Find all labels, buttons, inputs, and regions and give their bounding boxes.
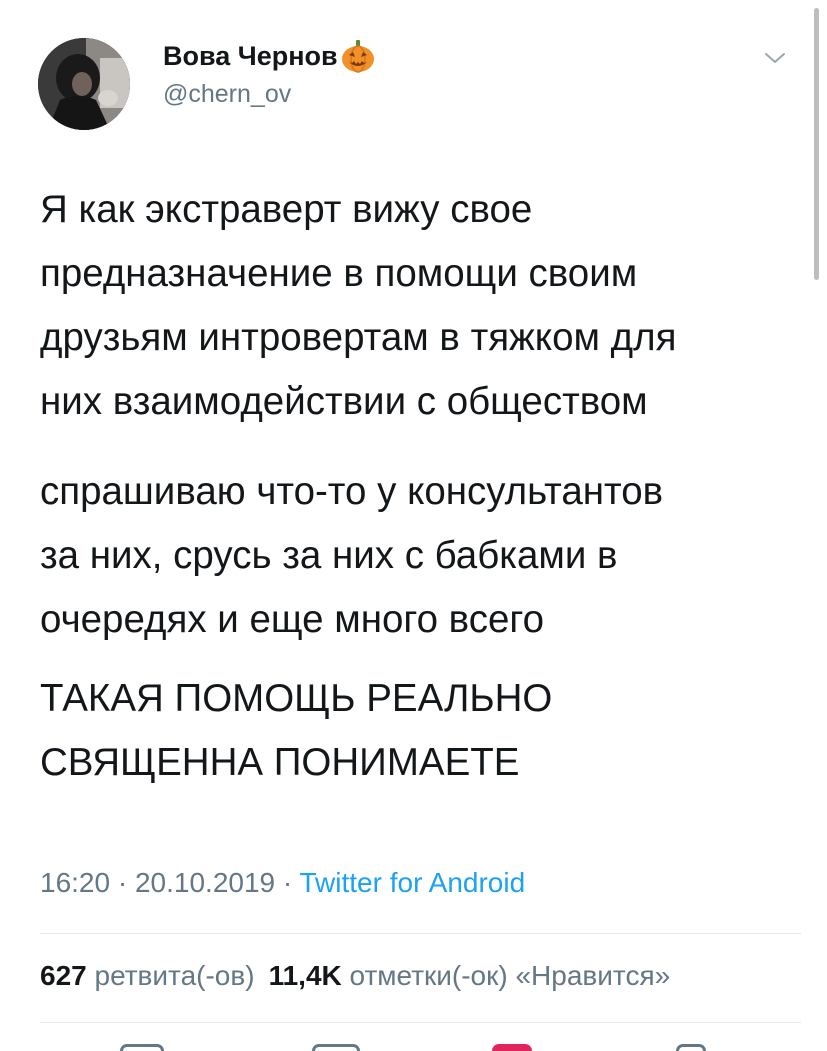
tweet-line: друзьям интровертам в тяжком для [40, 316, 677, 359]
tweet-paragraph-1: Я как экстраверт вижу свое предназначени… [40, 178, 676, 434]
action-bar [0, 1040, 827, 1051]
retweets-count: 627 [40, 960, 87, 991]
display-name[interactable]: Вова Чернов [163, 41, 338, 72]
meta-separator: · [275, 867, 300, 898]
tweet-date[interactable]: 20.10.2019 [135, 867, 275, 898]
divider [40, 933, 801, 934]
retweets-stat[interactable]: 627 ретвита(-ов) [40, 960, 255, 991]
tweet-line: очередях и еще много всего [40, 598, 544, 641]
tweet-line: Я как экстраверт вижу свое [40, 188, 533, 231]
share-icon[interactable] [676, 1044, 706, 1051]
tweet-stats: 627 ретвита(-ов) 11,4K отметки(-ок) «Нрав… [40, 960, 670, 992]
likes-count: 11,4K [268, 960, 342, 991]
tweet-line: ТАКАЯ ПОМОЩЬ РЕАЛЬНО [40, 677, 553, 720]
display-name-row[interactable]: Вова Чернов [163, 36, 376, 76]
likes-stat[interactable]: 11,4K отметки(-ок) «Нравится» [269, 960, 671, 991]
divider [40, 1022, 801, 1023]
tweet-paragraph-2: спрашиваю что-то у консультантов за них,… [40, 460, 663, 652]
tweet-time[interactable]: 16:20 [40, 867, 110, 898]
meta-separator: · [110, 867, 135, 898]
retweet-icon[interactable] [312, 1044, 360, 1051]
tweet-line: спрашиваю что-то у консультантов [40, 470, 664, 513]
retweets-label: ретвита(-ов) [94, 960, 255, 991]
like-icon[interactable] [492, 1044, 532, 1051]
tweet-paragraph-3: ТАКАЯ ПОМОЩЬ РЕАЛЬНО СВЯЩЕННА ПОНИМАЕТЕ [40, 667, 552, 795]
tweet-line: за них, срусь за них с бабками в [40, 534, 618, 577]
tweet-line: предназначение в помощи своим [40, 252, 638, 295]
scrollbar[interactable] [814, 8, 819, 280]
likes-label: отметки(-ок) «Нравится» [349, 960, 671, 991]
chevron-down-icon[interactable] [760, 46, 790, 70]
reply-icon[interactable] [120, 1044, 164, 1051]
tweet-meta: 16:20 · 20.10.2019 · Twitter for Android [40, 867, 525, 899]
avatar[interactable] [38, 38, 130, 130]
user-avatar-photo-icon [38, 38, 130, 130]
tweet-line: СВЯЩЕННА ПОНИМАЕТЕ [40, 741, 520, 784]
tweet-source-link[interactable]: Twitter for Android [300, 867, 526, 898]
user-handle[interactable]: @chern_ov [163, 80, 291, 109]
jack-o-lantern-icon [340, 38, 376, 74]
tweet-line: них взаимодействии с обществом [40, 380, 648, 423]
